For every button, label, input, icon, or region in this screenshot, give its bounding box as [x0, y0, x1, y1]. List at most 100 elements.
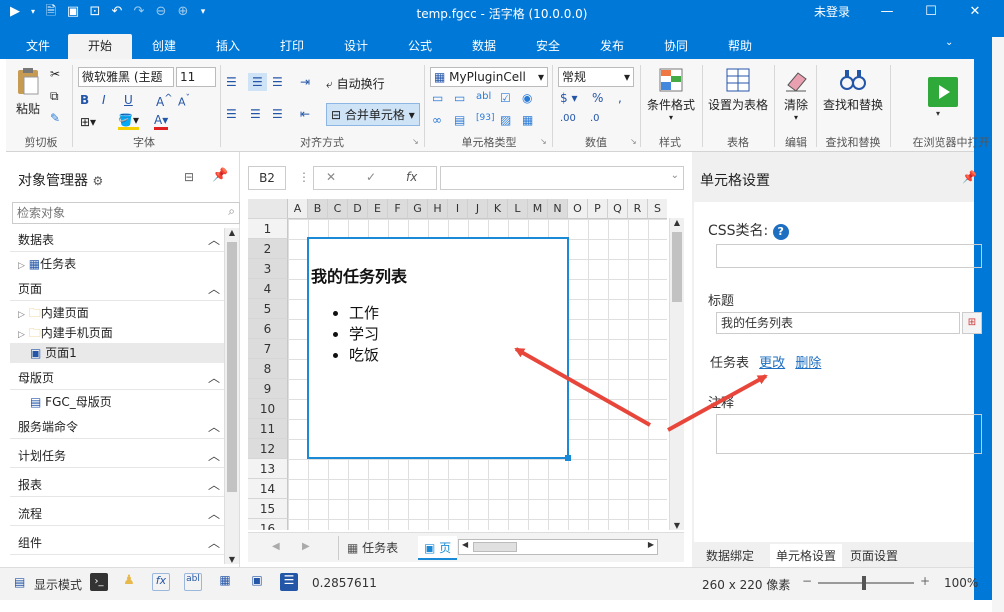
select-all-corner[interactable]	[248, 199, 288, 219]
column-header[interactable]: E	[368, 199, 388, 219]
row-header[interactable]: 6	[248, 319, 288, 339]
expand-formula-icon[interactable]: ⌄	[671, 170, 679, 181]
row-header[interactable]: 3	[248, 259, 288, 279]
gear-icon[interactable]: ⚙	[92, 174, 103, 188]
align-top-icon[interactable]: ☰	[226, 75, 237, 89]
find-replace-button[interactable]: 查找和替换	[820, 67, 886, 113]
formula-input[interactable]: ⌄	[440, 166, 684, 190]
tab-page-settings[interactable]: 页面设置	[850, 547, 898, 564]
number-dialog-launcher-icon[interactable]: ↘	[630, 137, 637, 146]
row-header[interactable]: 15	[248, 499, 288, 519]
celltype-dialog-launcher-icon[interactable]: ↘	[540, 137, 547, 146]
column-header[interactable]: L	[508, 199, 528, 219]
row-header[interactable]: 5	[248, 299, 288, 319]
close-icon[interactable]: ✕	[952, 0, 998, 25]
column-header[interactable]: S	[648, 199, 667, 219]
tab-cell-settings[interactable]: 单元格设置	[770, 544, 843, 567]
row-header[interactable]: 4	[248, 279, 288, 299]
font-color-icon[interactable]: A▾	[154, 113, 169, 130]
align-bottom-icon[interactable]: ☰	[272, 75, 283, 89]
section-workflow[interactable]: 流程 ︿	[10, 502, 224, 526]
row-header[interactable]: 8	[248, 359, 288, 379]
sheet-tab-page[interactable]: ▣ 页	[418, 536, 458, 560]
tab-publish[interactable]: 发布	[580, 34, 644, 59]
label-icon[interactable]: abl	[184, 573, 202, 591]
fill-color-icon[interactable]: 🪣▾	[118, 113, 139, 130]
delete-link[interactable]: 删除	[795, 356, 821, 371]
collapse-ribbon-icon[interactable]: ⌄	[945, 37, 953, 48]
increase-decimal-icon[interactable]: .00	[560, 113, 576, 124]
fill-handle[interactable]	[565, 455, 571, 461]
list-celltype-icon[interactable]: ▤	[454, 113, 465, 127]
comma-icon[interactable]: ,	[618, 91, 622, 105]
comment-input[interactable]	[716, 414, 982, 454]
row-header[interactable]: 16	[248, 519, 288, 530]
align-left-icon[interactable]: ☰	[226, 107, 237, 121]
section-scheduled-tasks[interactable]: 计划任务 ︿	[10, 444, 224, 468]
align-middle-icon[interactable]: ☰	[248, 73, 267, 91]
expand-icon[interactable]: ▷	[10, 330, 25, 340]
set-as-table-button[interactable]: 设置为表格	[706, 67, 770, 113]
tab-data[interactable]: 数据	[452, 34, 516, 59]
cut-icon[interactable]: ✂	[50, 67, 60, 81]
currency-icon[interactable]: $ ▾	[560, 91, 577, 105]
wrap-text-button[interactable]: ⤶ 自动换行	[326, 75, 385, 92]
italic-button[interactable]: I	[102, 93, 106, 107]
column-header[interactable]: G	[408, 199, 428, 219]
tab-insert[interactable]: 插入	[196, 34, 260, 59]
conditional-format-button[interactable]: 条件格式 ▾	[644, 67, 698, 122]
sheet-horizontal-scrollbar[interactable]: ◀ ▶	[458, 539, 658, 555]
zoom-in-icon[interactable]: +	[920, 574, 930, 588]
percent-icon[interactable]: %	[592, 91, 603, 105]
zoom-out-icon[interactable]: −	[802, 574, 812, 588]
expand-icon[interactable]: ▷	[10, 310, 25, 320]
copy-icon[interactable]: ⧉	[50, 89, 59, 104]
shrink-font-button[interactable]: Aˇ	[178, 93, 190, 109]
hyperlink-celltype-icon[interactable]: ∞	[432, 113, 442, 127]
tab-security[interactable]: 安全	[516, 34, 580, 59]
underline-button[interactable]: U	[124, 93, 133, 107]
section-server-commands[interactable]: 服务端命令 ︿	[10, 415, 224, 439]
number-format-select[interactable]: 常规 ▾	[558, 67, 634, 87]
clear-button[interactable]: 清除 ▾	[778, 67, 814, 122]
section-master-pages[interactable]: 母版页 ︿	[10, 366, 224, 390]
decrease-decimal-icon[interactable]: .0	[590, 113, 600, 124]
column-header[interactable]: F	[388, 199, 408, 219]
cell-reference-box[interactable]: B2	[248, 166, 286, 190]
formula-picker-icon[interactable]: ⊞	[962, 312, 982, 334]
column-header[interactable]: P	[588, 199, 608, 219]
change-link[interactable]: 更改	[759, 356, 785, 371]
row-header[interactable]: 2	[248, 239, 288, 259]
plugin-cell-select[interactable]: ▦ MyPluginCell ▾	[430, 67, 548, 87]
css-class-input[interactable]	[716, 244, 982, 268]
tree-item-builtin-mobile-pages[interactable]: ▷ 🗀内建手机页面	[10, 323, 224, 343]
column-header[interactable]: K	[488, 199, 508, 219]
run-dropdown-icon[interactable]: ▾	[936, 109, 940, 118]
grid-settings-icon[interactable]: ▦	[216, 573, 234, 591]
button-celltype-icon[interactable]: ▭	[432, 91, 443, 105]
display-mode-icon[interactable]: ▤	[14, 575, 25, 589]
column-header[interactable]: N	[548, 199, 568, 219]
column-header[interactable]: H	[428, 199, 448, 219]
tab-create[interactable]: 创建	[132, 34, 196, 59]
sheet-vertical-scrollbar[interactable]: ▲ ▼	[669, 218, 684, 530]
align-right-icon[interactable]: ☰	[272, 107, 283, 121]
tab-collab[interactable]: 协同	[644, 34, 708, 59]
cancel-edit-icon[interactable]: ✕	[326, 170, 336, 184]
tab-file[interactable]: 文件	[6, 34, 70, 59]
row-header[interactable]: 1	[248, 219, 288, 239]
section-datatable[interactable]: 数据表 ︿	[10, 228, 224, 252]
row-header[interactable]: 13	[248, 459, 288, 479]
column-header[interactable]: J	[468, 199, 488, 219]
minimize-icon[interactable]: —	[864, 0, 910, 25]
row-header[interactable]: 11	[248, 419, 288, 439]
grow-font-button[interactable]: A^	[156, 93, 173, 109]
sheet-tab-tasks[interactable]: ▦ 任务表	[338, 536, 406, 560]
font-name-select[interactable]: 微软雅黑 (主题	[78, 67, 174, 87]
outdent-icon[interactable]: ⇤	[300, 107, 310, 121]
format-painter-icon[interactable]: ✎	[50, 111, 60, 125]
column-header[interactable]: A	[288, 199, 308, 219]
zoom-slider[interactable]	[818, 576, 914, 590]
paste-button[interactable]: 粘贴	[12, 67, 44, 127]
row-header[interactable]: 7	[248, 339, 288, 359]
